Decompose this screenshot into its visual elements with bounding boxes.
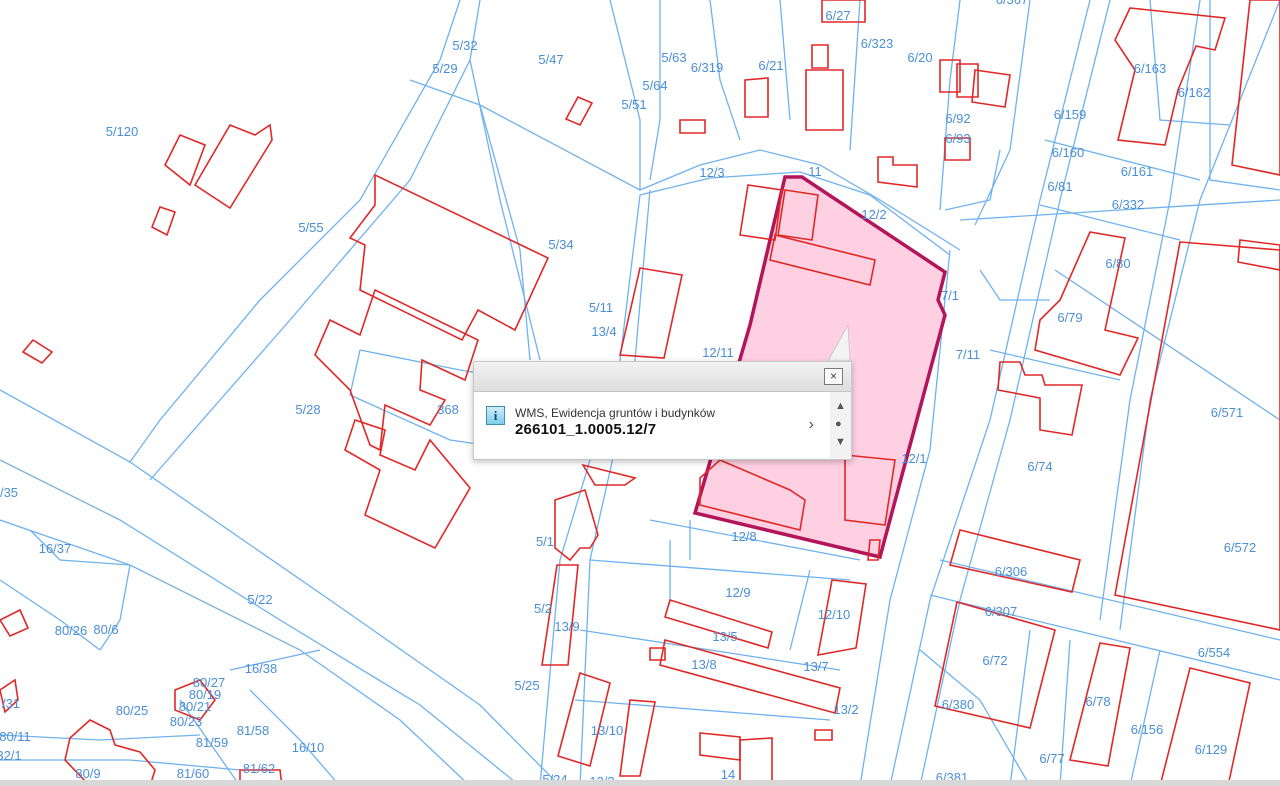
parcel-label: 81/59 <box>196 735 229 750</box>
parcel-label: 16/38 <box>245 661 278 676</box>
parcel-label: 80/26 <box>55 623 88 638</box>
parcel-label: 5/25 <box>514 678 539 693</box>
parcel-label: 80/9 <box>75 766 100 781</box>
parcel-label: /31 <box>2 696 20 711</box>
parcel-label: 5/64 <box>642 78 667 93</box>
parcel-label: 6/163 <box>1134 61 1167 76</box>
parcel-label: 6/554 <box>1198 645 1231 660</box>
parcel-label: 5/63 <box>661 50 686 65</box>
parcel-label: 6/161 <box>1121 164 1154 179</box>
scroll-thumb-icon[interactable]: ● <box>835 419 842 430</box>
parcel-id: 266101_1.0005.12/7 <box>515 421 657 438</box>
close-icon[interactable]: × <box>824 368 843 385</box>
parcel-label: 6/72 <box>982 653 1007 668</box>
parcel-label: 5/34 <box>548 237 573 252</box>
parcel-label: 6/27 <box>825 8 850 23</box>
parcel-label: 6/307 <box>985 604 1018 619</box>
parcel-label: 80/23 <box>170 714 203 729</box>
chevron-right-icon[interactable]: › <box>809 416 814 434</box>
parcel-label: /35 <box>0 485 18 500</box>
parcel-label: 32/1 <box>0 748 22 763</box>
parcel-label: 16/10 <box>292 740 325 755</box>
parcel-label: 5/55 <box>298 220 323 235</box>
parcel-label: 6/319 <box>691 60 724 75</box>
parcel-label: 81/58 <box>237 723 270 738</box>
parcel-label: 6/572 <box>1224 540 1257 555</box>
parcel-label: 7/1 <box>941 288 959 303</box>
parcel-label: 13/9 <box>554 619 579 634</box>
parcel-label: 80/21 <box>179 699 212 714</box>
parcel-label: 7/11 <box>956 347 980 362</box>
parcel-label: 5/47 <box>538 52 563 67</box>
parcel-label: 11 <box>808 164 822 179</box>
parcel-label: 6/159 <box>1054 107 1087 122</box>
parcel-label: 12/9 <box>725 585 750 600</box>
parcel-label: 5/32 <box>452 38 477 53</box>
parcel-label: 6/571 <box>1211 405 1244 420</box>
parcel-label: 6/156 <box>1131 722 1164 737</box>
parcel-label: 6/380 <box>942 697 975 712</box>
bottom-scrollbar[interactable] <box>0 780 1280 786</box>
scroll-down-icon[interactable]: ▼ <box>835 437 846 448</box>
parcel-label: 6/74 <box>1027 459 1052 474</box>
parcel-label: 5/22 <box>247 592 272 607</box>
parcel-label: 5/1 <box>536 534 554 549</box>
parcel-label: 5/11 <box>589 300 613 315</box>
parcel-label: 6/21 <box>758 58 783 73</box>
parcel-label: 6/81 <box>1047 179 1072 194</box>
parcel-label: 6/306 <box>995 564 1028 579</box>
popup-pointer <box>828 325 851 362</box>
parcel-label: 6/323 <box>861 36 894 51</box>
parcel-label: 81/62 <box>243 761 276 776</box>
parcel-label: 6/80 <box>1105 256 1130 271</box>
parcel-label: 80/11 <box>0 729 31 744</box>
popup-scrollbar[interactable]: ▲ ● ▼ <box>830 392 851 458</box>
parcel-label: 6/20 <box>907 50 932 65</box>
parcel-label: 13/8 <box>691 657 716 672</box>
info-icon: i <box>486 406 505 425</box>
parcel-label: 12/3 <box>699 165 724 180</box>
parcel-label: 80/6 <box>93 622 118 637</box>
layer-name: WMS, Ewidencja gruntów i budynków <box>515 406 716 420</box>
parcel-label: 13/10 <box>591 723 624 738</box>
parcel-label: 6/78 <box>1085 694 1110 709</box>
feature-info-popup: × i WMS, Ewidencja gruntów i budynków 26… <box>473 361 852 460</box>
parcel-label: 5/28 <box>295 402 320 417</box>
parcel-label: 12/2 <box>861 207 886 222</box>
parcel-label: 6/160 <box>1052 145 1085 160</box>
parcel-label: 368 <box>437 402 459 417</box>
parcel-label: 6/93 <box>945 131 970 146</box>
parcel-label: 12/8 <box>731 529 756 544</box>
parcel-label: 13/5 <box>712 629 737 644</box>
parcel-label: 6/77 <box>1039 751 1064 766</box>
parcel-label: 80/25 <box>116 703 149 718</box>
parcel-label: 12/1 <box>901 451 926 466</box>
parcel-label: 16/37 <box>39 541 72 556</box>
parcel-label: 6/129 <box>1195 742 1228 757</box>
parcel-label: 5/29 <box>432 61 457 76</box>
parcel-label: 5/120 <box>106 124 139 139</box>
parcel-label: 6/92 <box>945 111 970 126</box>
parcel-label: 12/11 <box>702 345 734 360</box>
parcel-label: 5/2 <box>534 601 552 616</box>
scroll-up-icon[interactable]: ▲ <box>835 401 846 412</box>
parcel-label: 13/2 <box>833 702 858 717</box>
parcel-label: 12/10 <box>818 607 851 622</box>
parcel-label: 6/367 <box>996 0 1029 7</box>
parcel-label: 6/79 <box>1057 310 1082 325</box>
parcel-label: 6/332 <box>1112 197 1145 212</box>
popup-header: × <box>474 362 851 392</box>
parcel-label: 13/4 <box>591 324 616 339</box>
parcel-label: 81/60 <box>177 766 210 781</box>
parcel-label: 5/51 <box>621 97 646 112</box>
parcel-label: 6/162 <box>1178 85 1211 100</box>
popup-result-item[interactable]: i WMS, Ewidencja gruntów i budynków 2661… <box>474 392 830 458</box>
parcel-label: 13/7 <box>803 659 828 674</box>
